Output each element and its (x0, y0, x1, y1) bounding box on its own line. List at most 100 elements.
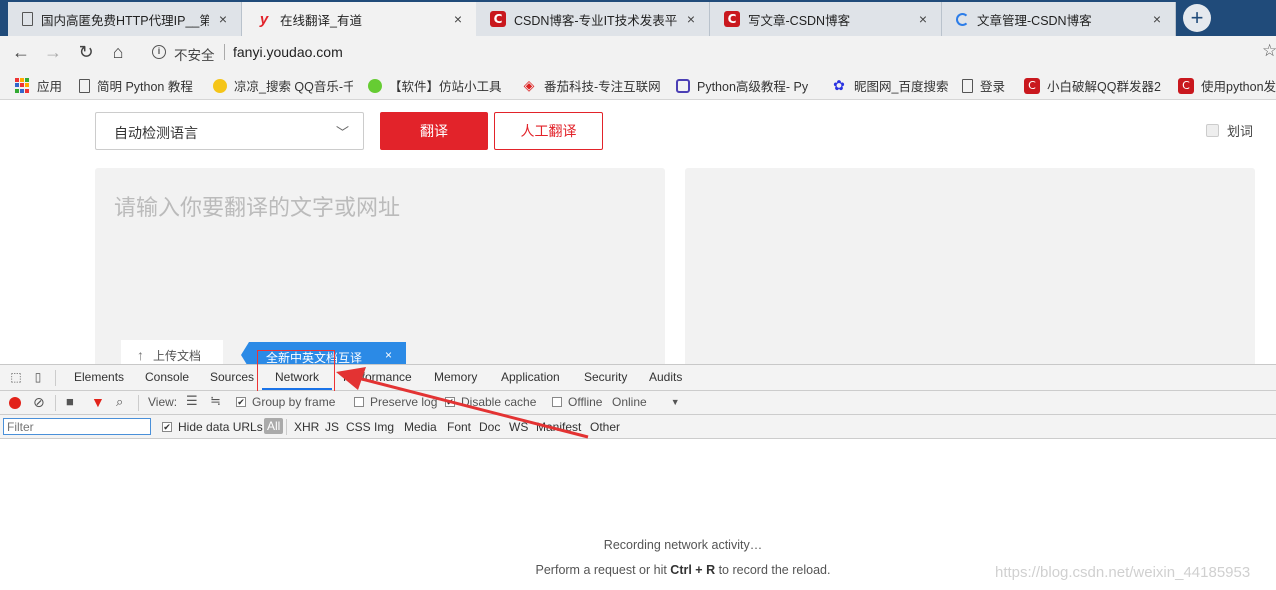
group-by-frame-checkbox[interactable]: ✔ (236, 397, 246, 407)
address-bar[interactable]: i 不安全 fanyi.youdao.com (140, 39, 1260, 65)
close-icon[interactable]: × (385, 348, 392, 362)
bookmark-qqmusic[interactable]: 凉凉_搜索 QQ音乐-千 (213, 76, 353, 95)
annotation-highlight-box (257, 350, 335, 396)
browser-tab-strip: 国内高匿免费HTTP代理IP__第1页国内高匿 × y 在线翻译_有道 × C … (0, 0, 1276, 36)
close-tab-icon[interactable]: × (915, 11, 931, 27)
tab-performance[interactable]: Performance (343, 370, 412, 384)
bookmark-python-advanced[interactable]: Python高级教程- Py (676, 76, 812, 95)
bookmark-fanqie[interactable]: ◈ 番茄科技-专注互联网 (521, 76, 661, 95)
upload-document-button[interactable]: ↑ 上传文档 (121, 340, 223, 364)
bookmark-label: 【软件】仿站小工具 (389, 80, 502, 94)
browser-tab-article-manage[interactable]: 文章管理-CSDN博客 × (942, 2, 1176, 36)
reload-button[interactable]: ↻ (75, 42, 97, 62)
disable-cache-checkbox[interactable]: ✔ (445, 397, 455, 407)
bookmark-label: 番茄科技-专注互联网 (544, 80, 661, 94)
large-rows-icon[interactable]: ☰ (186, 393, 198, 409)
tab-memory[interactable]: Memory (434, 370, 477, 384)
qqmusic-icon (213, 78, 227, 93)
preserve-log-option[interactable]: Preserve log (354, 395, 437, 409)
bookmark-qq-sender[interactable]: C 小白破解QQ群发器2 (1024, 76, 1162, 95)
close-tab-icon[interactable]: × (683, 11, 699, 27)
filter-type-js[interactable]: JS (325, 420, 339, 434)
offline-checkbox[interactable] (552, 397, 562, 407)
device-toolbar-icon[interactable]: ▯ (31, 370, 45, 384)
filter-type-ws[interactable]: WS (509, 420, 528, 434)
bookmark-fangzhan[interactable]: 【软件】仿站小工具 (368, 76, 503, 95)
bookmarks-bar: 应用 简明 Python 教程 凉凉_搜索 QQ音乐-千 【软件】仿站小工具 ◈… (0, 68, 1276, 100)
filter-type-all[interactable]: All (264, 418, 284, 434)
offline-option[interactable]: Offline (552, 395, 602, 409)
filter-type-css[interactable]: CSS (346, 420, 371, 434)
close-tab-icon[interactable]: × (215, 11, 231, 27)
bookmark-apps[interactable]: 应用 (14, 76, 62, 95)
info-icon[interactable]: i (152, 45, 166, 59)
translation-output (685, 168, 1255, 364)
shield-icon: ◈ (523, 77, 535, 93)
filter-type-img[interactable]: Img (374, 420, 394, 434)
filter-type-xhr[interactable]: XHR (294, 420, 319, 434)
bookmark-star-icon[interactable]: ☆ (1262, 41, 1276, 61)
tab-elements[interactable]: Elements (74, 370, 124, 384)
tab-audits[interactable]: Audits (649, 370, 682, 384)
bookmark-label: 使用python发 (1201, 80, 1276, 94)
home-button[interactable]: ⌂ (107, 42, 129, 62)
bookmark-login[interactable]: 登录 (962, 76, 1005, 95)
filter-type-font[interactable]: Font (447, 420, 471, 434)
disable-cache-option[interactable]: ✔ Disable cache (445, 395, 536, 409)
loading-spinner-icon (956, 12, 969, 26)
source-text-input[interactable]: 请输入你要翻译的文字或网址 (95, 168, 665, 364)
browser-tab-youdao[interactable]: y 在线翻译_有道 × (242, 2, 476, 36)
browser-tab-write-article[interactable]: C 写文章-CSDN博客 × (710, 2, 942, 36)
hide-data-urls-option[interactable]: ✔ Hide data URLs (162, 420, 263, 434)
search-icon[interactable]: ⌕ (116, 394, 123, 410)
filter-type-doc[interactable]: Doc (479, 420, 500, 434)
screenshot-camera-icon[interactable]: ■ (66, 394, 74, 409)
bookmark-label: 简明 Python 教程 (97, 80, 193, 94)
clear-icon[interactable]: ⊘ (33, 394, 45, 411)
bookmark-label: 小白破解QQ群发器2 (1047, 80, 1161, 94)
filter-funnel-icon[interactable]: ▼ (91, 394, 105, 410)
language-select[interactable]: 自动检测语言 ﹀ (95, 112, 364, 150)
browser-toolbar: ← → ↻ ⌂ i 不安全 fanyi.youdao.com ☆ (0, 36, 1276, 68)
security-label[interactable]: 不安全 (174, 44, 215, 64)
preserve-log-checkbox[interactable] (354, 397, 364, 407)
filter-type-media[interactable]: Media (404, 420, 437, 434)
tab-application[interactable]: Application (501, 370, 560, 384)
upload-label: 上传文档 (153, 348, 202, 363)
group-by-frame-label: Group by frame (252, 395, 336, 409)
tab-title: 在线翻译_有道 (280, 13, 362, 28)
overview-waterfall-icon[interactable]: ≒ (210, 393, 221, 409)
hide-data-urls-checkbox[interactable]: ✔ (162, 422, 172, 432)
translate-button[interactable]: 翻译 (380, 112, 488, 150)
tab-console[interactable]: Console (145, 370, 189, 384)
back-button[interactable]: ← (10, 42, 32, 62)
browser-tab-csdn[interactable]: C CSDN博客-专业IT技术发表平台 × (476, 2, 710, 36)
new-tab-button[interactable]: + (1183, 4, 1211, 32)
bookmark-nipic[interactable]: ✿ 昵图网_百度搜索 (831, 76, 948, 95)
huaci-toggle[interactable]: 划词 (1206, 121, 1253, 140)
devtools-panel: ⬚ ▯ Elements Console Sources Network Per… (0, 350, 1276, 590)
browser-tab-proxy[interactable]: 国内高匿免费HTTP代理IP__第1页国内高匿 × (8, 2, 242, 36)
tab-sources[interactable]: Sources (210, 370, 254, 384)
filter-type-other[interactable]: Other (590, 420, 620, 434)
throttle-select[interactable]: Online ▼ (612, 395, 680, 409)
bookmark-python-tutorial[interactable]: 简明 Python 教程 (79, 76, 193, 95)
csdn-icon: C (724, 11, 740, 27)
inspect-element-icon[interactable]: ⬚ (9, 370, 23, 384)
bookmark-use-python[interactable]: C 使用python发 (1178, 76, 1276, 95)
close-tab-icon[interactable]: × (450, 11, 466, 27)
url-text[interactable]: fanyi.youdao.com (233, 44, 343, 60)
human-translate-button[interactable]: 人工翻译 (494, 112, 603, 150)
group-by-frame-option[interactable]: ✔ Group by frame (236, 395, 335, 409)
record-icon[interactable] (9, 397, 21, 409)
hint-shortcut: Ctrl + R (670, 563, 716, 577)
hint-suffix: to record the reload. (715, 563, 831, 577)
filter-input[interactable] (3, 418, 151, 435)
filter-type-manifest[interactable]: Manifest (536, 420, 581, 434)
forward-button[interactable]: → (42, 42, 64, 62)
view-label: View: (148, 395, 178, 409)
tab-security[interactable]: Security (584, 370, 627, 384)
close-tab-icon[interactable]: × (1149, 11, 1165, 27)
huaci-checkbox[interactable] (1206, 124, 1219, 137)
bookmark-label: 应用 (37, 80, 63, 94)
